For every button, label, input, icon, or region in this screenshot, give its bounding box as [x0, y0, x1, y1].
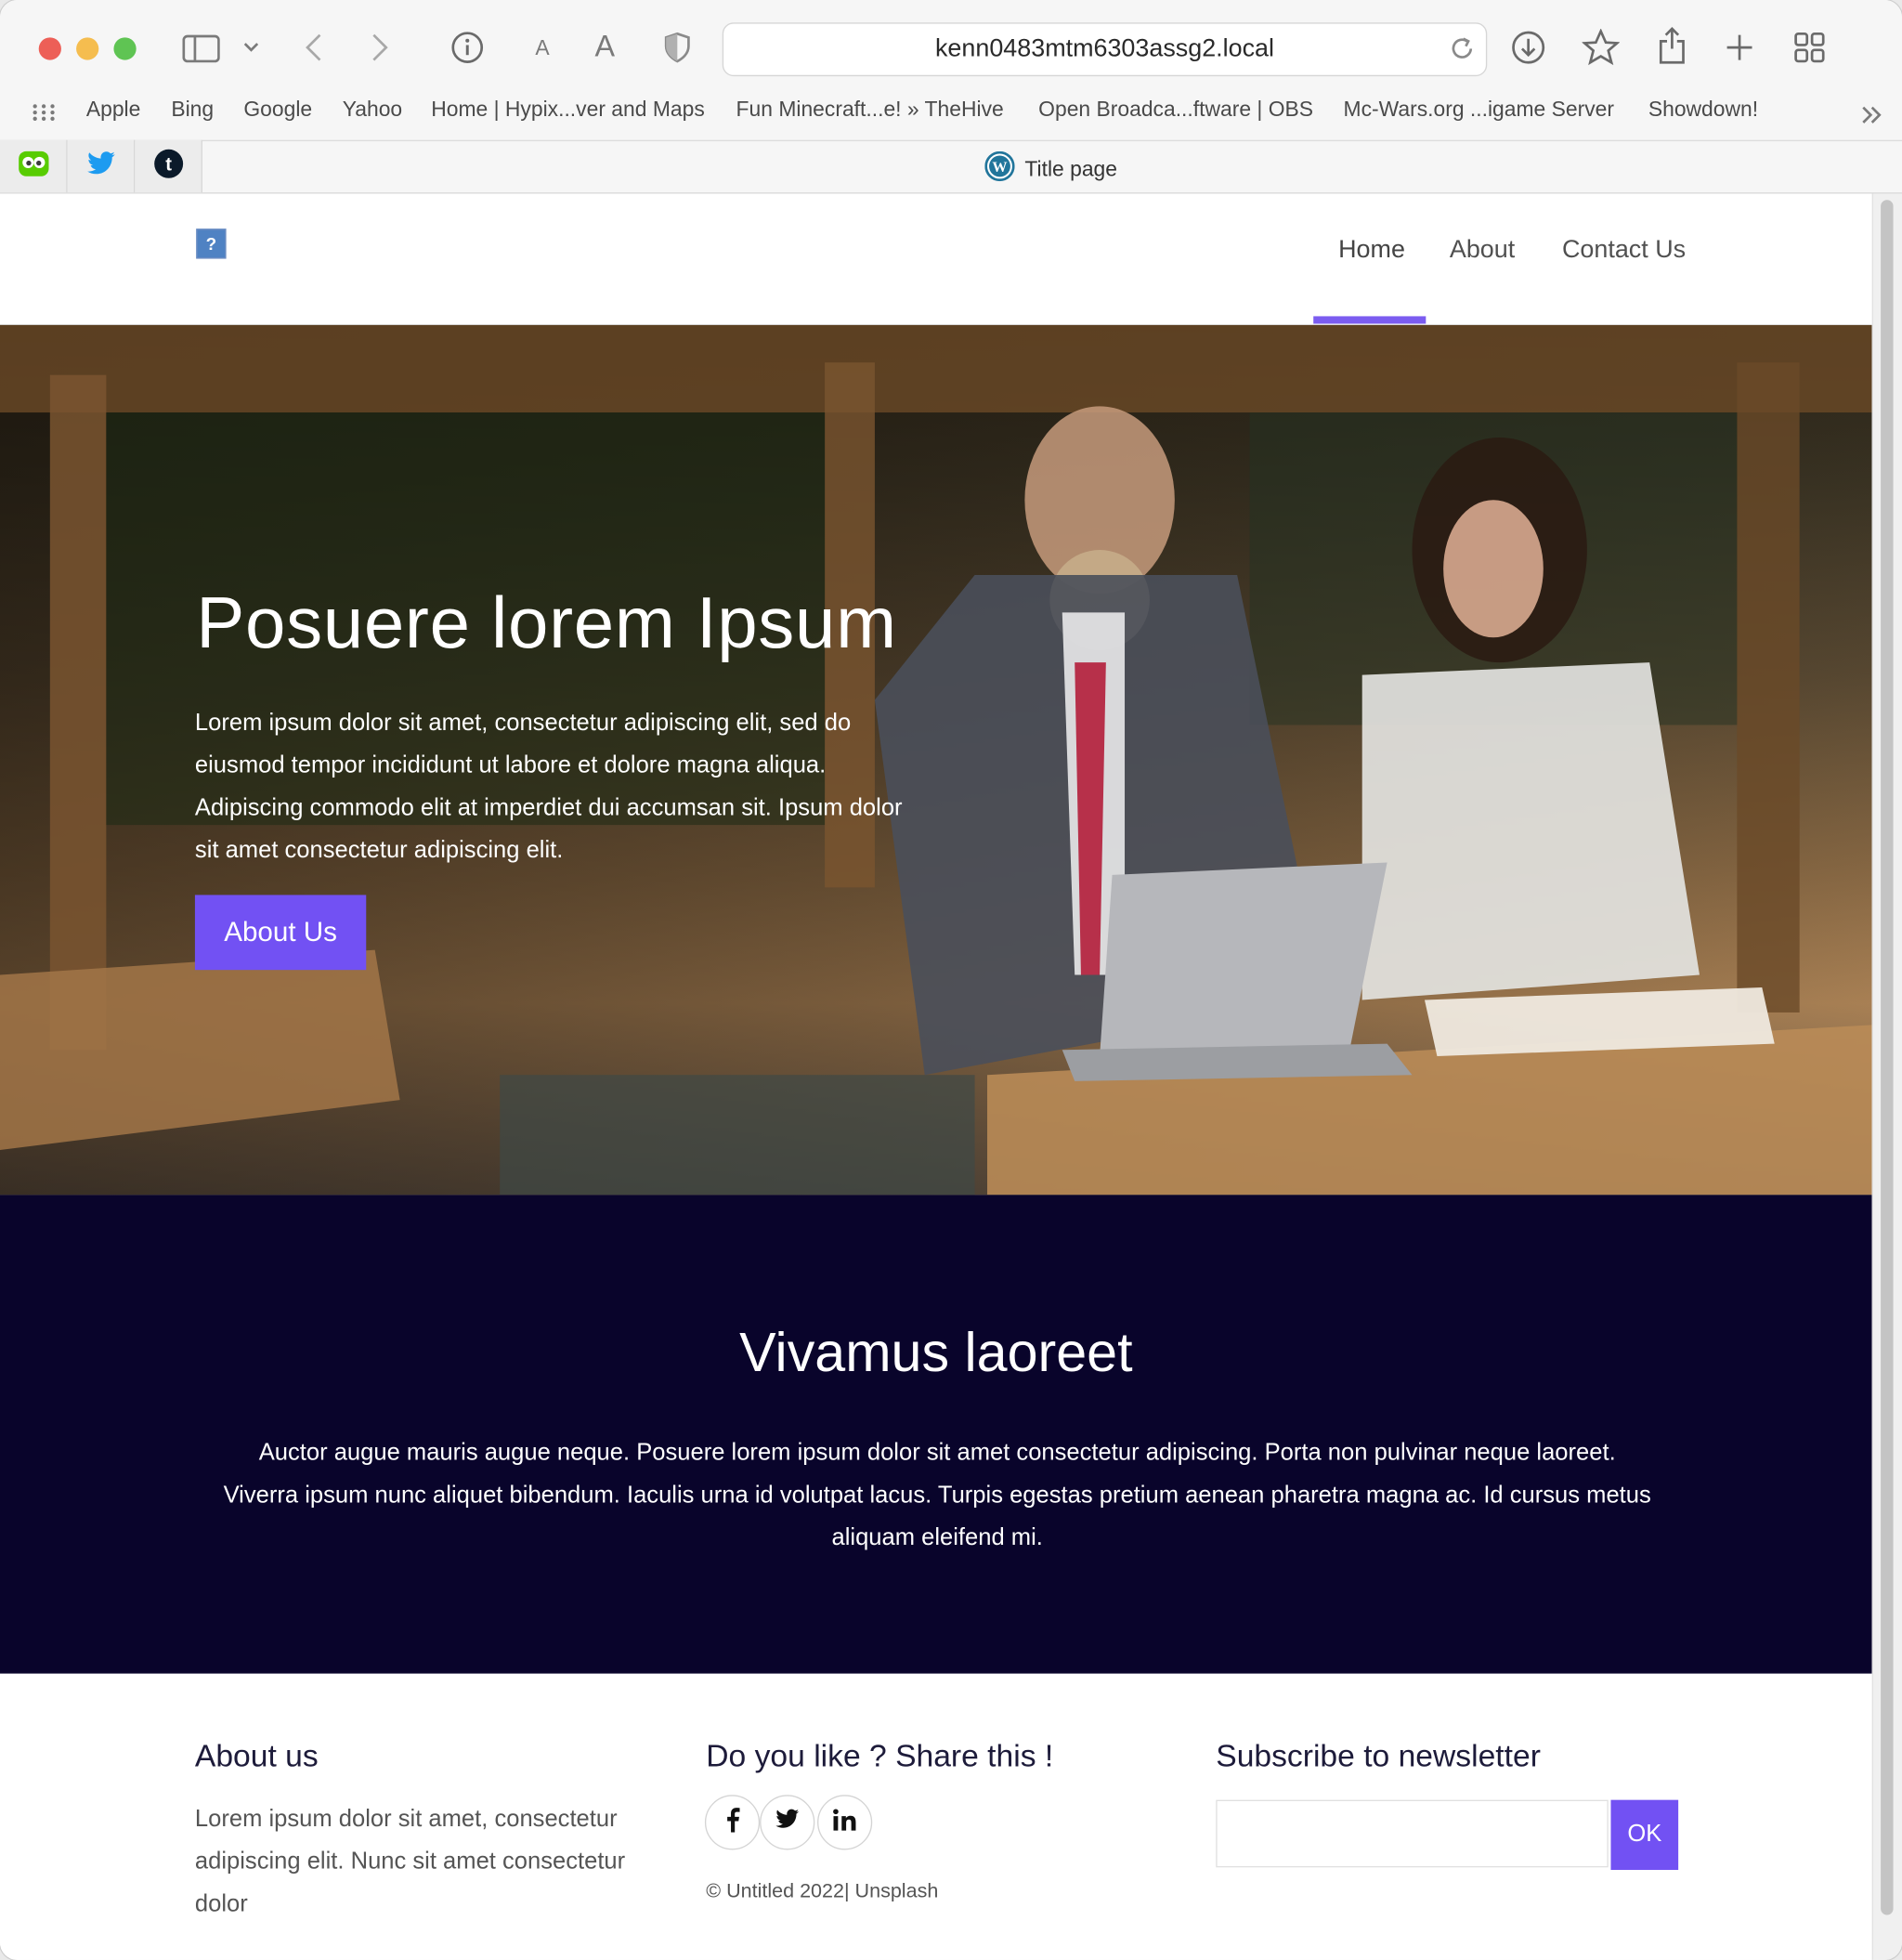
tab-title: Title page: [1024, 156, 1117, 181]
svg-text:W: W: [992, 160, 1007, 176]
bookmark-google[interactable]: Google: [243, 98, 312, 123]
bookmark-bing[interactable]: Bing: [171, 98, 214, 123]
text-larger-button[interactable]: A: [587, 28, 622, 68]
hero-title: Posuere lorem Ipsum: [196, 582, 897, 664]
facebook-share-button[interactable]: [704, 1795, 761, 1850]
more-bookmarks-icon[interactable]: [1858, 102, 1886, 127]
share-heading: Do you like ? Share this !: [706, 1738, 1054, 1774]
hero-section: Posuere lorem Ipsum Lorem ipsum dolor si…: [0, 324, 1872, 1196]
bookmark-yahoo[interactable]: Yahoo: [343, 98, 402, 123]
browser-toolbar: A A kenn0483mtm6303assg2.local Apple Bin…: [0, 0, 1902, 194]
share-icon[interactable]: [1656, 25, 1688, 65]
url-text: kenn0483mtm6303assg2.local: [934, 34, 1275, 63]
about-us-button[interactable]: About Us: [194, 895, 367, 971]
facebook-icon: [724, 1807, 740, 1838]
linkedin-share-button[interactable]: [817, 1795, 873, 1850]
privacy-shield-icon[interactable]: [661, 30, 694, 65]
site-header: ? Home About Contact Us: [0, 193, 1872, 325]
pinned-tab-twitter[interactable]: [67, 139, 136, 193]
tab-bar: [0, 139, 1902, 194]
wordpress-icon: W: [984, 150, 1015, 188]
intro-band: Vivamus laoreet Auctor augue mauris augu…: [0, 1195, 1872, 1674]
bookmark-mc-wars[interactable]: Mc-Wars.org ...igame Server: [1344, 98, 1615, 123]
band-text: Auctor augue mauris augue neque. Posuere…: [223, 1440, 1651, 1551]
text-smaller-button[interactable]: A: [528, 33, 556, 65]
svg-text:t: t: [165, 154, 172, 175]
bookmark-hypixel[interactable]: Home | Hypix...ver and Maps: [431, 98, 705, 123]
page-scrollbar-thumb[interactable]: [1881, 200, 1894, 1915]
zoom-window-button[interactable]: [113, 37, 137, 60]
info-icon[interactable]: [449, 30, 485, 65]
address-bar[interactable]: kenn0483mtm6303assg2.local: [722, 22, 1488, 77]
duolingo-icon: [17, 150, 49, 183]
sidebar-toggle-icon[interactable]: [182, 33, 220, 65]
newsletter-email-input[interactable]: [1216, 1799, 1609, 1868]
about-us-text: Lorem ipsum dolor sit amet, consectetur …: [194, 1806, 626, 1918]
site-footer: About us Lorem ipsum dolor sit amet, con…: [0, 1673, 1872, 1960]
tumblr-icon: t: [153, 148, 183, 184]
newsletter-ok-button[interactable]: OK: [1610, 1799, 1679, 1871]
forward-icon[interactable]: [366, 30, 394, 65]
twitter-icon: [775, 1809, 800, 1836]
active-tab[interactable]: W Title page: [984, 150, 1117, 188]
band-title: Vivamus laoreet: [739, 1322, 1133, 1384]
chevron-down-icon[interactable]: [239, 35, 264, 60]
close-window-button[interactable]: [38, 37, 61, 60]
grid-apps-icon[interactable]: [30, 100, 58, 125]
copyright-text: © Untitled 2022| Unsplash: [706, 1881, 939, 1902]
back-icon[interactable]: [300, 30, 328, 65]
pinned-tab-duolingo[interactable]: [0, 139, 68, 193]
nav-active-indicator: [1313, 316, 1426, 324]
nav-about[interactable]: About: [1450, 236, 1515, 265]
nav-contact-us[interactable]: Contact Us: [1562, 236, 1686, 265]
browser-window: A A kenn0483mtm6303assg2.local Apple Bin…: [0, 0, 1902, 1960]
reload-icon[interactable]: [1449, 35, 1477, 71]
bookmark-showdown[interactable]: Showdown!: [1648, 98, 1758, 123]
download-icon[interactable]: [1511, 30, 1546, 65]
twitter-icon: [85, 150, 115, 182]
newsletter-heading: Subscribe to newsletter: [1216, 1738, 1541, 1774]
about-us-heading: About us: [194, 1738, 319, 1774]
hero-text: Lorem ipsum dolor sit amet, consectetur …: [194, 710, 903, 864]
twitter-share-button[interactable]: [760, 1795, 815, 1850]
site-logo-broken-image-icon[interactable]: ?: [196, 229, 227, 259]
bookmark-apple[interactable]: Apple: [86, 98, 141, 123]
pinned-tab-tumblr[interactable]: t: [135, 139, 202, 193]
bookmark-star-icon[interactable]: [1582, 28, 1620, 66]
minimize-window-button[interactable]: [76, 37, 99, 60]
bookmark-obs[interactable]: Open Broadca...ftware | OBS: [1038, 98, 1313, 123]
bookmark-thehive[interactable]: Fun Minecraft...e! » TheHive: [736, 98, 1004, 123]
linkedin-icon: [832, 1808, 857, 1836]
new-tab-icon[interactable]: [1724, 30, 1756, 65]
tab-overview-icon[interactable]: [1792, 30, 1828, 65]
nav-home[interactable]: Home: [1338, 236, 1405, 265]
web-page: ? Home About Contact Us Posuere lorem Ip…: [0, 193, 1872, 1960]
